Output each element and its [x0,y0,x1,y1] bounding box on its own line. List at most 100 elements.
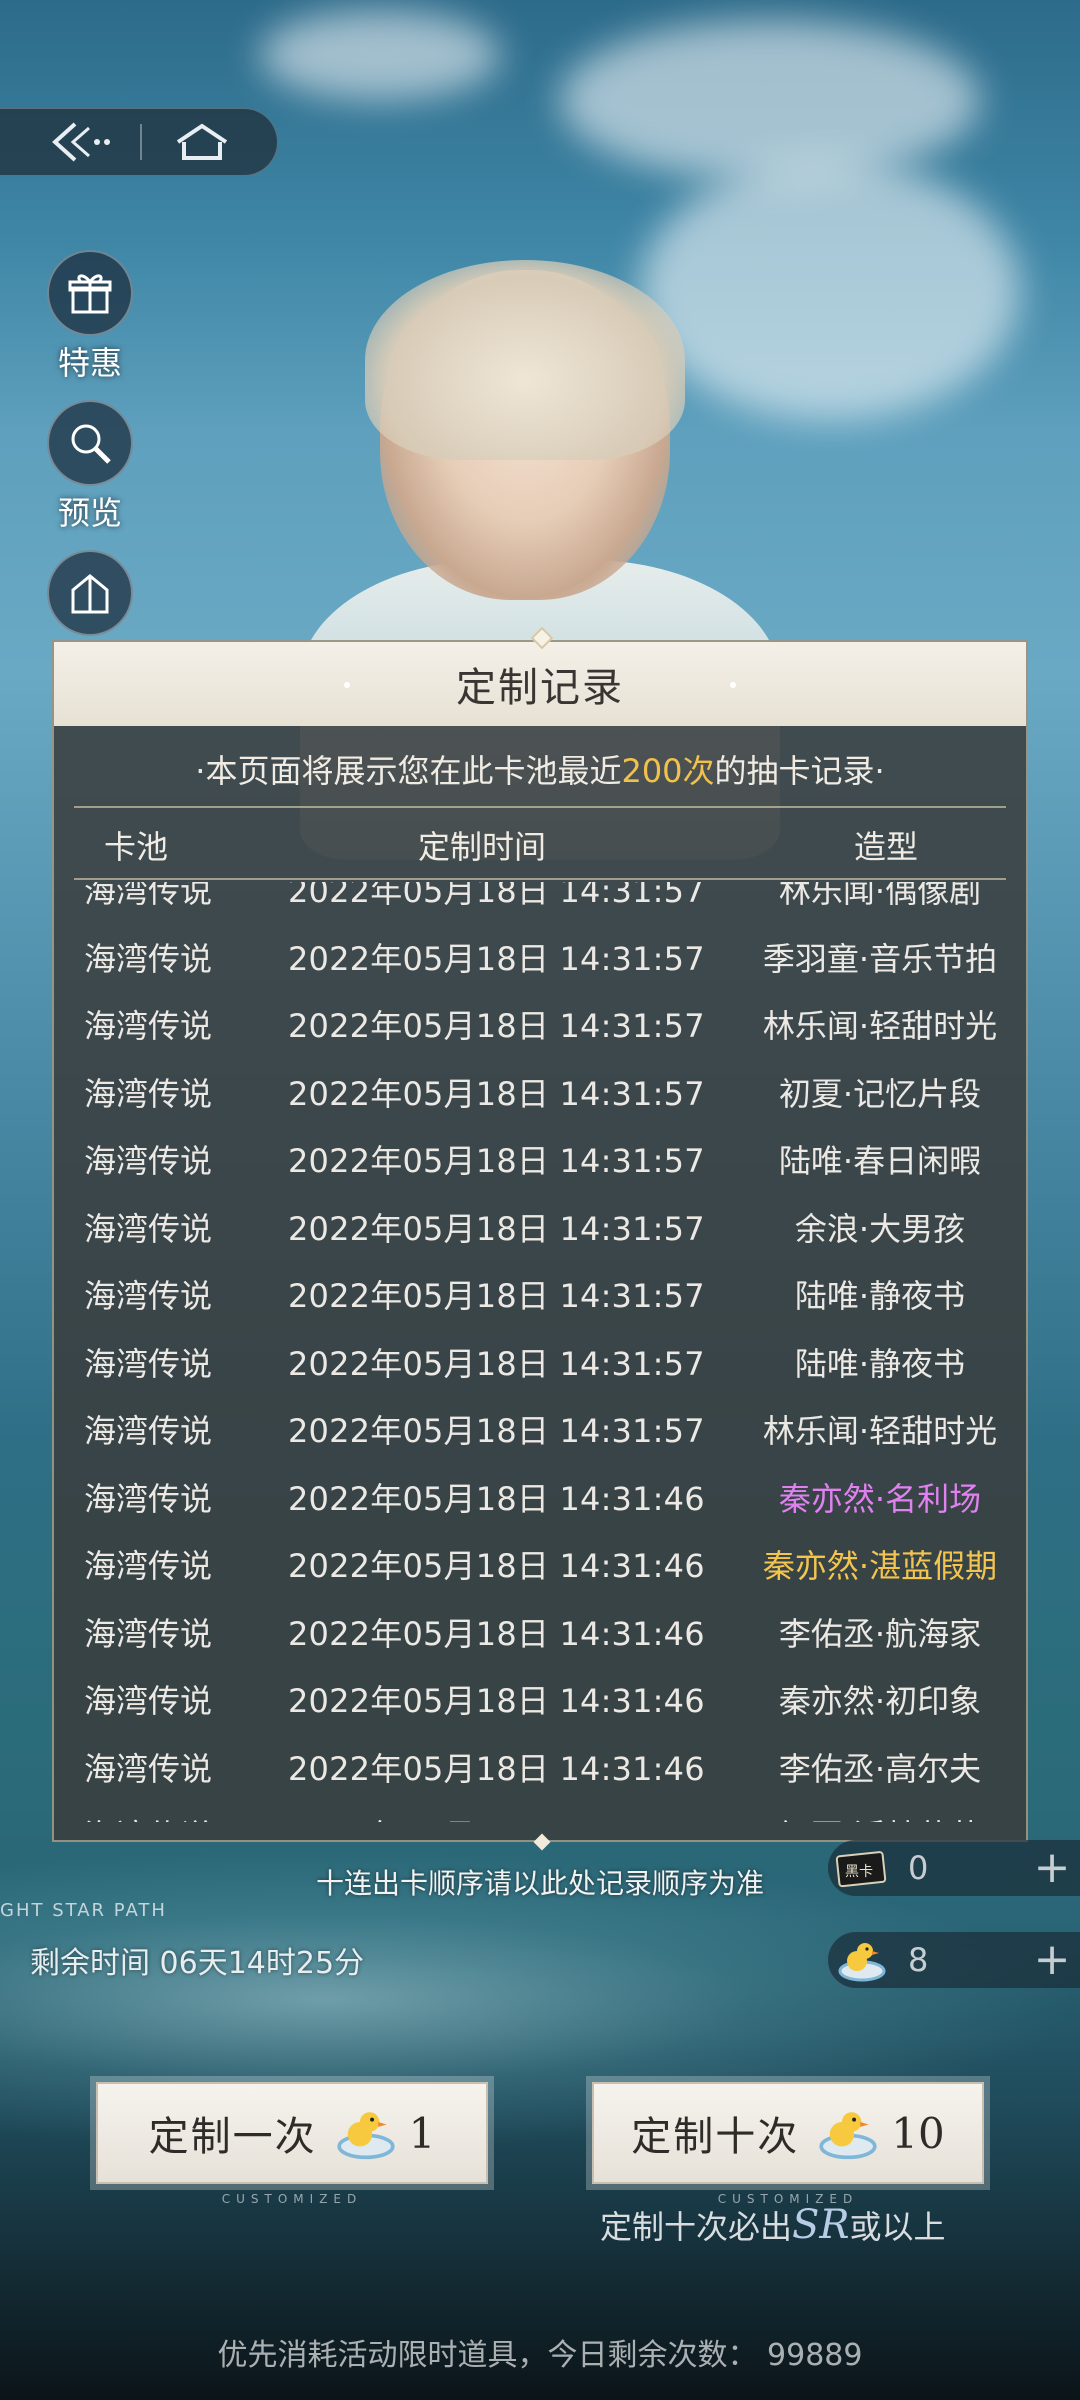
gift-box-icon [47,550,133,636]
table-row: 海湾传说 2022年05月18日 14:31:46 初夏·浮梦草莓 [54,1797,1026,1822]
divider [74,878,1006,880]
row-style: 林乐闻·轻甜时光 [762,1007,998,1045]
table-row: 海湾传说 2022年05月18日 14:31:57 季羽童·音乐节拍 [54,920,1026,988]
row-pool: 海湾传说 [84,1007,213,1045]
row-pool: 海湾传说 [84,1547,213,1585]
black-card-counter: 黑卡 0 + [828,1840,1080,1896]
bg-character-hair [365,260,685,460]
event-path-text: GHT STAR PATH [0,1900,167,1921]
row-time: 2022年05月18日 14:31:57 [288,1277,705,1315]
notice-highlight: 200次 [621,752,715,790]
add-duck-ring-button[interactable]: + [1024,1932,1080,1988]
column-header-pool: 卡池 [104,828,169,866]
row-style: 初夏·浮梦草莓 [750,1811,1010,1822]
row-style: 林乐闻·轻甜时光 [762,1412,998,1450]
row-style: 季羽童·音乐节拍 [762,939,998,978]
button-subtitle: CUSTOMIZED [221,2192,363,2206]
duck-ring-counter: 8 + [828,1932,1080,1988]
divider [74,806,1006,808]
row-time: 2022年05月18日 14:31:57 [288,939,705,978]
side-button-label: 预览 [57,494,122,532]
column-header-style: 造型 [854,828,919,866]
row-style: 陆唯·静夜书 [794,1344,966,1383]
side-button-label: 特惠 [57,344,122,382]
header-ornament [344,682,350,688]
bg-cloud [640,160,1020,420]
table-row: 海湾传说 2022年05月18日 14:31:57 林乐闻·轻甜时光 [54,987,1026,1055]
row-pool: 海湾传说 [84,1209,213,1248]
notice-text: ·本页面将展示您在此卡池最近200次的抽卡记录· [195,752,885,790]
customize-ten-label: 定制十次 [631,2114,800,2160]
duck-ring-icon [819,2112,877,2160]
customize-ten-button[interactable]: 定制十次 10 CUSTOMIZED [592,2082,984,2206]
row-style: 林乐闻·偶像剧 [778,882,982,910]
row-style: 初夏·记忆片段 [778,1074,982,1113]
table-row: 海湾传说 2022年05月18日 14:31:46 秦亦然·湛蓝假期 [54,1527,1026,1595]
gift-icon [47,250,133,336]
row-style: 余浪·大男孩 [794,1209,966,1248]
row-time: 2022年05月18日 14:31:57 [288,1344,705,1383]
row-pool: 海湾传说 [84,939,213,978]
row-pool: 海湾传说 [84,1811,212,1822]
magnifier-icon [47,400,133,486]
bg-cloud [260,10,500,100]
row-time: 2022年05月18日 14:31:46 [288,1749,705,1788]
row-style: 陆唯·春日闲暇 [778,1142,982,1180]
row-pool: 海湾传说 [84,1614,213,1653]
side-button-deals[interactable]: 特惠 [40,250,140,384]
table-row: 海湾传说 2022年05月18日 14:31:57 初夏·记忆片段 [54,1055,1026,1123]
sr-badge: SR [792,2202,850,2248]
black-card-icon: 黑卡 [828,1840,896,1896]
dialog-header: 定制记录 [54,642,1026,726]
row-pool: 海湾传说 [84,1074,213,1113]
add-black-card-button[interactable]: + [1024,1840,1080,1896]
row-style: 李佑丞·航海家 [778,1614,982,1653]
table-row: 海湾传说 2022年05月18日 14:31:46 秦亦然·初印象 [54,1662,1026,1730]
row-pool: 海湾传说 [84,1277,213,1315]
table-row: 海湾传说 2022年05月18日 14:31:57 陆唯·静夜书 [54,1257,1026,1325]
bottom-diamond-ornament [533,1833,551,1851]
record-list[interactable]: 海湾传说 2022年05月18日 14:31:57 林乐闻·偶像剧 海湾传说 2022年… [54,882,1026,1822]
row-pool: 海湾传说 [84,1749,213,1788]
svg-text:黑卡: 黑卡 [845,1864,873,1880]
row-time: 2022年05月18日 14:31:46 [288,1547,705,1585]
table-row: 海湾传说 2022年05月18日 14:31:46 秦亦然·名利场 [54,1460,1026,1528]
back-button[interactable] [20,108,140,176]
row-pool: 海湾传说 [84,1142,213,1180]
row-time: 2022年05月18日 14:31:46 [288,1811,705,1822]
bg-cloud [560,20,980,180]
remaining-draws-info: 优先消耗活动限时道具，今日剩余次数： 99889 [217,2338,863,2373]
row-style: 秦亦然·名利场 [778,1479,982,1518]
header-ornament [730,682,736,688]
row-style: 秦亦然·湛蓝假期 [762,1547,998,1585]
row-time: 2022年05月18日 14:31:57 [288,1074,705,1113]
duck-ring-count: 8 [908,1941,929,1979]
side-button-preview[interactable]: 预览 [40,400,140,534]
row-time: 2022年05月18日 14:31:57 [288,1142,705,1180]
table-row: 海湾传说 2022年05月18日 14:31:57 陆唯·春日闲暇 [54,1122,1026,1190]
table-row: 海湾传说 2022年05月18日 14:31:57 陆唯·静夜书 [54,1325,1026,1393]
row-pool: 海湾传说 [84,882,213,910]
row-pool: 海湾传说 [84,1479,213,1518]
table-row: 海湾传说 2022年05月18日 14:31:57 余浪·大男孩 [54,1190,1026,1258]
row-time: 2022年05月18日 14:31:46 [288,1614,705,1653]
customize-once-label: 定制一次 [148,2114,317,2160]
side-button-extra[interactable] [40,550,140,636]
sr-guarantee-note: 定制十次必出SR或以上 [600,2202,946,2248]
remaining-time: 剩余时间 06天14时25分 [30,1946,365,1981]
customize-once-cost: 1 [408,2108,436,2158]
row-style: 秦亦然·初印象 [778,1682,982,1720]
row-style: 陆唯·静夜书 [794,1277,966,1315]
table-row: 海湾传说 2022年05月18日 14:31:57 林乐闻·轻甜时光 [54,1392,1026,1460]
back-arrow-icon [52,122,110,162]
row-pool: 海湾传说 [84,1344,213,1383]
customize-once-button[interactable]: 定制一次 1 CUSTOMIZED [96,2082,488,2206]
duck-ring-icon [337,2112,395,2160]
table-row: 海湾传说 2022年05月18日 14:31:46 李佑丞·高尔夫 [54,1730,1026,1798]
record-dialog: 定制记录 ·本页面将展示您在此卡池最近200次的抽卡记录· 卡池 定制时间 造型… [52,626,1028,1851]
customize-ten-cost: 10 [891,2108,945,2158]
home-icon [176,123,228,160]
home-button[interactable] [142,108,262,176]
row-time: 2022年05月18日 14:31:57 [288,882,705,910]
row-time: 2022年05月18日 14:31:46 [288,1479,705,1518]
